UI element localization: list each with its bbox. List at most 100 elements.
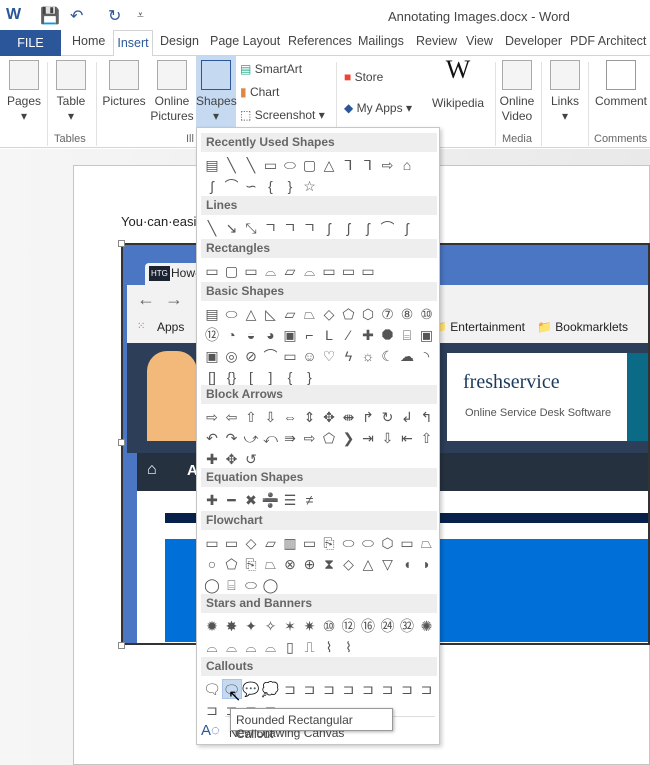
shape-item[interactable]: ▯ <box>280 637 300 657</box>
tab-page-layout[interactable]: Page Layout <box>210 34 280 48</box>
shape-item[interactable]: ↲ <box>397 407 417 427</box>
shape-item[interactable]: ○ <box>202 554 222 574</box>
shape-item[interactable]: ↰ <box>417 407 437 427</box>
shape-item[interactable]: ⬠ <box>339 304 359 324</box>
shape-item[interactable]: ⇕ <box>300 407 320 427</box>
shape-item[interactable]: ╲ <box>241 155 261 175</box>
shape-item[interactable]: ▱ <box>280 304 300 324</box>
shape-item[interactable]: ◯ <box>261 575 281 595</box>
shape-item[interactable]: ⌂ <box>397 155 417 175</box>
wikipedia-button[interactable]: W Wikipedia <box>430 57 486 111</box>
tab-references[interactable]: References <box>288 34 352 48</box>
shape-item[interactable]: ▢ <box>222 261 242 281</box>
shape-item[interactable]: ⇨ <box>300 428 320 448</box>
shape-item[interactable]: ◝ <box>417 346 437 366</box>
shape-item[interactable]: ⯃ <box>378 325 398 345</box>
shape-item[interactable]: ʃ <box>358 218 378 238</box>
shape-item[interactable]: ∽ <box>241 176 261 196</box>
my-apps-button[interactable]: ◆ My Apps ▾ <box>344 101 412 116</box>
shape-item[interactable]: ⌸ <box>397 325 417 345</box>
shape-item[interactable]: ⑫ <box>339 616 359 636</box>
shape-item[interactable]: } <box>300 367 320 387</box>
shape-item[interactable]: ▱ <box>261 533 281 553</box>
shape-item[interactable]: ✚ <box>358 325 378 345</box>
shape-item[interactable]: ↘ <box>222 218 242 238</box>
shape-item[interactable]: ▭ <box>202 533 222 553</box>
shape-item[interactable]: ◎ <box>222 346 242 366</box>
shape-item[interactable]: ▤ <box>202 304 222 324</box>
shape-item[interactable]: ☼ <box>358 346 378 366</box>
shape-item[interactable]: ▭ <box>222 533 242 553</box>
shape-item[interactable]: ◒ <box>241 325 261 345</box>
chart-button[interactable]: ▮ Chart <box>240 85 279 100</box>
shape-item[interactable]: 🗨 <box>202 679 222 699</box>
shape-item[interactable]: ➗ <box>261 490 281 510</box>
shape-item[interactable]: ⇨ <box>378 155 398 175</box>
shape-item[interactable]: ▭ <box>300 533 320 553</box>
shape-item[interactable]: ⏢ <box>261 554 281 574</box>
shape-item[interactable]: { <box>261 176 281 196</box>
shape-item[interactable]: L <box>319 325 339 345</box>
shape-item[interactable]: ☺ <box>300 346 320 366</box>
shape-item[interactable]: ⌓ <box>261 261 281 281</box>
shape-item[interactable]: [ <box>241 367 261 387</box>
shape-item[interactable]: ⤻ <box>241 428 261 448</box>
tab-view[interactable]: View <box>466 34 493 48</box>
shape-item[interactable]: ⇤ <box>397 428 417 448</box>
shape-item[interactable]: △ <box>358 554 378 574</box>
shape-item[interactable]: [] <box>202 367 222 387</box>
shape-item[interactable]: ⏢ <box>417 533 437 553</box>
shape-item[interactable]: ≠ <box>300 490 320 510</box>
shape-item[interactable]: ⤺ <box>261 428 281 448</box>
shape-item[interactable]: ⑯ <box>358 616 378 636</box>
shape-item[interactable]: ✖ <box>241 490 261 510</box>
shape-item[interactable]: { <box>280 367 300 387</box>
shape-item[interactable]: ㉔ <box>378 616 398 636</box>
resize-handle[interactable] <box>118 439 125 446</box>
shape-item[interactable]: ⑩ <box>417 304 437 324</box>
shape-item[interactable]: ✷ <box>300 616 320 636</box>
shape-item[interactable]: ▭ <box>261 155 281 175</box>
shape-item[interactable]: ▭ <box>358 261 378 281</box>
shape-item[interactable]: ㄱ <box>280 218 300 238</box>
store-button[interactable]: ■ Store <box>344 70 383 85</box>
shape-item[interactable]: ⇧ <box>417 428 437 448</box>
shape-item[interactable]: ☰ <box>280 490 300 510</box>
shape-item[interactable]: ✹ <box>202 616 222 636</box>
shape-item[interactable]: ⏢ <box>300 304 320 324</box>
shape-item[interactable]: ⌇ <box>319 637 339 657</box>
shape-item[interactable]: ⧗ <box>319 554 339 574</box>
shape-item[interactable]: ⇛ <box>280 428 300 448</box>
shape-item[interactable]: ⊐ <box>202 700 222 720</box>
shape-item[interactable]: ⇥ <box>358 428 378 448</box>
tab-design[interactable]: Design <box>160 34 199 48</box>
shape-item[interactable]: ▣ <box>202 346 222 366</box>
shape-item[interactable]: ▭ <box>202 261 222 281</box>
shape-item[interactable]: ⇨ <box>202 407 222 427</box>
shape-item[interactable]: ⇩ <box>261 407 281 427</box>
shape-item[interactable]: ʃ <box>319 218 339 238</box>
shape-item[interactable]: ⌓ <box>222 637 242 657</box>
shape-item[interactable]: ⬡ <box>358 304 378 324</box>
shape-item[interactable]: ⊐ <box>417 679 437 699</box>
resize-handle[interactable] <box>118 642 125 649</box>
shape-item[interactable]: ◯ <box>202 575 222 595</box>
shape-item[interactable]: ⑦ <box>378 304 398 324</box>
shape-item[interactable]: ʃ <box>397 218 417 238</box>
shape-item[interactable]: ⑫ <box>202 325 222 345</box>
shape-item[interactable]: ╲ <box>222 155 242 175</box>
shape-item[interactable]: ☾ <box>378 346 398 366</box>
shape-item[interactable]: ⊐ <box>397 679 417 699</box>
shape-item[interactable]: ✚ <box>202 449 222 469</box>
table-button[interactable]: Table ▾ <box>53 60 89 124</box>
shape-item[interactable]: ◖ <box>397 554 417 574</box>
shape-item[interactable]: ⇧ <box>241 407 261 427</box>
tab-pdf-architect[interactable]: PDF Architect 3 <box>570 34 650 48</box>
shape-item[interactable]: ▭ <box>319 261 339 281</box>
shape-item[interactable]: ↱ <box>358 407 378 427</box>
comment-button[interactable]: Comment <box>592 60 650 109</box>
shape-item[interactable]: ⅂ <box>339 155 359 175</box>
shape-item[interactable]: ⎍ <box>300 637 320 657</box>
shape-item[interactable]: ⌓ <box>300 261 320 281</box>
tab-insert[interactable]: Insert <box>113 30 153 57</box>
